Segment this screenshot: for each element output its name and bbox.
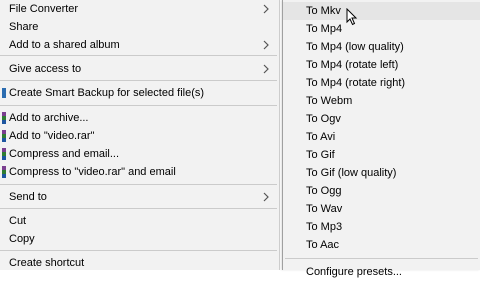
- submenu-item-to-mkv[interactable]: To Mkv: [283, 2, 480, 20]
- mouse-pointer-icon: [346, 8, 358, 26]
- submenu-item-to-aac[interactable]: To Aac: [283, 236, 480, 254]
- menu-separator: [0, 250, 277, 251]
- menu-separator: [0, 80, 277, 81]
- submenu-item-label: To Avi: [306, 131, 336, 143]
- submenu-item-to-avi[interactable]: To Avi: [283, 128, 480, 146]
- submenu-item-label: To Mp4 (low quality): [306, 41, 404, 53]
- submenu-item-label: To Mp4: [306, 23, 343, 35]
- chevron-right-icon: [263, 40, 269, 50]
- chevron-right-icon: [263, 64, 269, 74]
- menu-item-label: Create Smart Backup for selected file(s): [9, 87, 205, 99]
- menu-item-compress-to-video-rar-and-email[interactable]: Compress to "video.rar" and email: [0, 163, 279, 181]
- menu-item-add-to-archive[interactable]: Add to archive...: [0, 109, 279, 127]
- menu-item-label: Add to "video.rar": [9, 130, 95, 142]
- menu-item-label: Give access to: [9, 63, 82, 75]
- submenu-item-label: Configure presets...: [306, 266, 402, 278]
- submenu-item-configure-presets[interactable]: Configure presets...: [283, 263, 480, 281]
- menu-item-copy[interactable]: Copy: [0, 230, 279, 248]
- menu-item-label: Add to a shared album: [9, 39, 120, 51]
- winrar-icon: [2, 130, 6, 142]
- menu-item-label: Create shortcut: [9, 257, 85, 269]
- submenu-item-label: To Gif (low quality): [306, 167, 397, 179]
- submenu-item-label: To Mp3: [306, 221, 343, 233]
- menu-separator: [0, 208, 277, 209]
- menu-item-give-access-to[interactable]: Give access to: [0, 60, 279, 78]
- submenu-item-label: To Aac: [306, 239, 340, 251]
- menu-item-add-to-video-rar[interactable]: Add to "video.rar": [0, 127, 279, 145]
- menu-item-create-shortcut[interactable]: Create shortcut: [0, 254, 279, 272]
- submenu-item-to-mp3[interactable]: To Mp3: [283, 218, 480, 236]
- chevron-right-icon: [263, 192, 269, 202]
- submenu-item-label: To Ogv: [306, 113, 341, 125]
- menu-item-label: Copy: [9, 233, 35, 245]
- submenu-item-to-webm[interactable]: To Webm: [283, 92, 480, 110]
- menu-item-send-to[interactable]: Send to: [0, 188, 279, 206]
- menu-item-label: File Converter: [9, 3, 79, 15]
- submenu-item-label: To Mkv: [306, 5, 341, 17]
- winrar-icon: [2, 112, 6, 124]
- menu-item-label: Cut: [9, 215, 27, 227]
- submenu-item-to-mp4-low-quality[interactable]: To Mp4 (low quality): [283, 38, 480, 56]
- menu-item-share[interactable]: Share: [0, 18, 279, 36]
- menu-separator: [0, 55, 277, 56]
- menu-item-compress-and-email[interactable]: Compress and email...: [0, 145, 279, 163]
- menu-item-add-to-shared-album[interactable]: Add to a shared album: [0, 36, 279, 54]
- menu-item-label: Add to archive...: [9, 112, 89, 124]
- submenu-item-to-mp4-rotate-right[interactable]: To Mp4 (rotate right): [283, 74, 480, 92]
- submenu-item-label: To Gif: [306, 149, 335, 161]
- submenu-item-to-ogv[interactable]: To Ogv: [283, 110, 480, 128]
- menu-item-cut[interactable]: Cut: [0, 212, 279, 230]
- winrar-icon: [2, 166, 6, 178]
- file-converter-submenu: To Mkv To Mp4 To Mp4 (low quality) To Mp…: [282, 0, 480, 278]
- menu-separator: [0, 184, 277, 185]
- submenu-item-to-mp4[interactable]: To Mp4: [283, 20, 480, 38]
- chevron-right-icon: [263, 4, 269, 14]
- submenu-item-to-gif[interactable]: To Gif: [283, 146, 480, 164]
- menu-item-file-converter[interactable]: File Converter: [0, 0, 279, 18]
- menu-item-label: Share: [9, 21, 39, 33]
- menu-item-label: Send to: [9, 191, 47, 203]
- menu-item-label: Compress and email...: [9, 148, 120, 160]
- context-menu: File Converter Share Add to a shared alb…: [0, 0, 280, 270]
- submenu-item-to-mp4-rotate-left[interactable]: To Mp4 (rotate left): [283, 56, 480, 74]
- submenu-item-to-ogg[interactable]: To Ogg: [283, 182, 480, 200]
- backup-icon: [2, 88, 6, 98]
- submenu-item-label: To Mp4 (rotate right): [306, 77, 406, 89]
- menu-separator: [0, 105, 277, 106]
- winrar-icon: [2, 148, 6, 160]
- submenu-item-label: To Mp4 (rotate left): [306, 59, 399, 71]
- submenu-item-label: To Webm: [306, 95, 353, 107]
- submenu-item-label: To Ogg: [306, 185, 342, 197]
- menu-item-create-smart-backup[interactable]: Create Smart Backup for selected file(s): [0, 84, 279, 102]
- menu-separator: [285, 258, 478, 259]
- submenu-item-to-gif-low-quality[interactable]: To Gif (low quality): [283, 164, 480, 182]
- submenu-item-to-wav[interactable]: To Wav: [283, 200, 480, 218]
- submenu-item-label: To Wav: [306, 203, 343, 215]
- menu-item-label: Compress to "video.rar" and email: [9, 166, 176, 178]
